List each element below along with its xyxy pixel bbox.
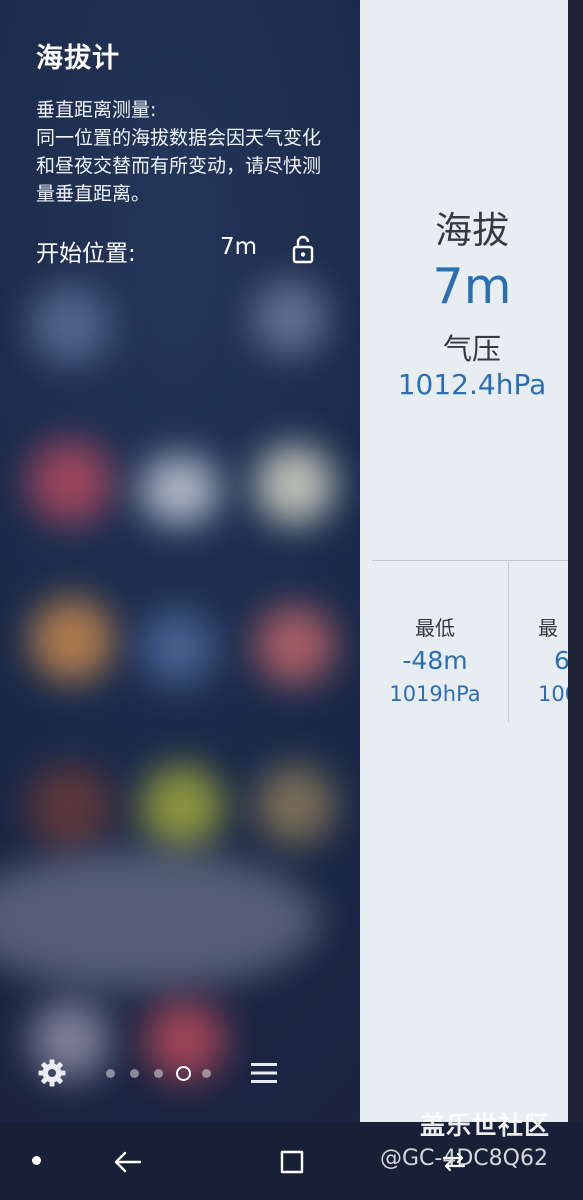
watermark-title: 盖乐世社区 — [420, 1111, 551, 1140]
stat-pressure: 100 — [538, 682, 568, 706]
panel-title: 海拔计 — [36, 43, 120, 74]
watermark-id: @GC-4DC8Q62 — [380, 1146, 548, 1171]
altimeter-edge-panel: 海拔计 垂直距离测量: 同一位置的海拔数据会因天气变化和昼夜交替而有所变动，请尽… — [0, 0, 360, 1124]
stat-altitude: -48m — [402, 646, 468, 675]
page-dot-active[interactable] — [176, 1066, 191, 1081]
pressure-value: 1012.4hPa — [397, 368, 547, 401]
description-body: 同一位置的海拔数据会因天气变化和昼夜交替而有所变动，请尽快测量垂直距离。 — [36, 127, 322, 205]
next-panel-edge — [568, 0, 583, 1122]
stats-divider — [372, 560, 568, 561]
altitude-label: 海拔 — [435, 209, 509, 252]
stat-pressure: 1019hPa — [389, 682, 481, 706]
gear-icon[interactable] — [37, 1058, 67, 1088]
page-dot[interactable] — [154, 1069, 163, 1078]
stat-lowest: 最低 -48m 1019hPa — [360, 612, 510, 712]
edge-panel-bottom-bar — [0, 1046, 360, 1102]
screen: 海拔计 垂直距离测量: 同一位置的海拔数据会因天气变化和昼夜交替而有所变动，请尽… — [0, 0, 583, 1200]
start-position-value: 7m — [220, 234, 258, 260]
start-position-row: 开始位置: 7m — [36, 232, 326, 268]
panel-description: 垂直距离测量: 同一位置的海拔数据会因天气变化和昼夜交替而有所变动，请尽快测量垂… — [36, 96, 336, 208]
back-icon[interactable] — [112, 1146, 144, 1178]
recents-icon[interactable] — [276, 1146, 308, 1178]
altimeter-card: 海拔 7m 气压 1012.4hPa 最低 -48m 1019hPa 最 6 1… — [360, 0, 568, 1122]
stat-title: 最低 — [415, 616, 455, 640]
stat-title: 最 — [538, 616, 558, 640]
description-heading: 垂直距离测量: — [36, 99, 157, 121]
page-dot[interactable] — [202, 1069, 211, 1078]
dot-icon[interactable] — [32, 1156, 41, 1165]
hamburger-menu-icon[interactable] — [250, 1059, 278, 1087]
unlocked-padlock-icon[interactable] — [291, 234, 315, 264]
page-dot[interactable] — [106, 1069, 115, 1078]
stat-altitude: 6 — [554, 646, 568, 675]
page-dot[interactable] — [130, 1069, 139, 1078]
stat-highest: 最 6 100 — [538, 612, 568, 712]
altitude-value: 7m — [432, 258, 512, 315]
pressure-label: 气压 — [442, 332, 501, 366]
start-position-label: 开始位置: — [36, 241, 136, 267]
